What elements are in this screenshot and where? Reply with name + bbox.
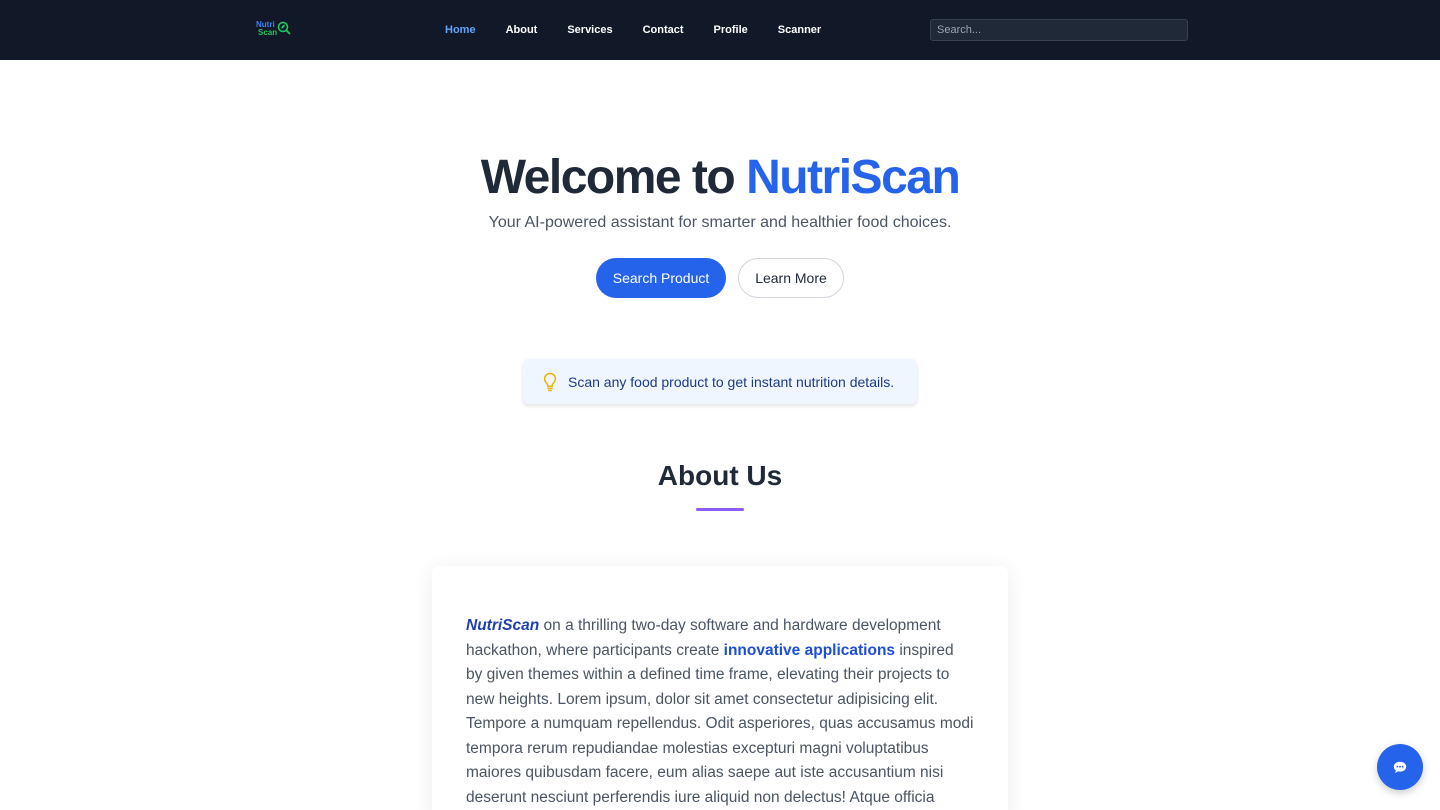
nav-link-scanner[interactable]: Scanner bbox=[778, 24, 821, 36]
learn-more-button[interactable]: Learn More bbox=[738, 258, 844, 298]
nutriscan-logo[interactable]: Nutri Scan bbox=[256, 20, 292, 40]
about-heading: About Us bbox=[657, 460, 783, 491]
nav-link-contact[interactable]: Contact bbox=[643, 24, 684, 36]
tip-banner: Scan any food product to get instant nut… bbox=[523, 359, 917, 404]
nav-search-input[interactable] bbox=[930, 19, 1188, 41]
about-highlight: innovative applications bbox=[723, 641, 896, 659]
about-heading-underline bbox=[696, 508, 744, 511]
nav-link-profile[interactable]: Profile bbox=[714, 24, 748, 36]
hero-title-brand: NutriScan bbox=[746, 151, 961, 204]
logo-line-2: Scan bbox=[258, 28, 278, 37]
search-product-button[interactable]: Search Product bbox=[596, 258, 726, 298]
tip-text: Scan any food product to get instant nut… bbox=[568, 373, 895, 390]
main-nav: Home About Services Contact Profile Scan… bbox=[445, 0, 851, 60]
nav-link-home[interactable]: Home bbox=[445, 24, 476, 36]
scan-leaf-icon bbox=[277, 21, 291, 35]
about-text-body: inspired by given themes within a define… bbox=[466, 641, 974, 806]
about-brand: NutriScan bbox=[466, 617, 540, 634]
about-card: NutriScan on a thrilling two-day softwar… bbox=[432, 566, 1008, 810]
top-navbar: Nutri Scan Home About Services Contact P… bbox=[0, 0, 1440, 60]
logo-wordmark: Nutri Scan bbox=[256, 21, 277, 37]
chat-button[interactable] bbox=[1377, 744, 1423, 790]
hero-subtitle: Your AI-powered assistant for smarter an… bbox=[488, 214, 952, 231]
nav-link-about[interactable]: About bbox=[506, 24, 538, 36]
hero-title: Welcome to NutriScan bbox=[0, 150, 1440, 205]
chat-bubble-icon bbox=[1393, 761, 1407, 773]
lightbulb-icon bbox=[543, 372, 557, 391]
about-paragraph: NutriScan on a thrilling two-day softwar… bbox=[466, 614, 974, 810]
nav-link-services[interactable]: Services bbox=[567, 24, 612, 36]
hero-title-prefix: Welcome to bbox=[480, 151, 736, 204]
